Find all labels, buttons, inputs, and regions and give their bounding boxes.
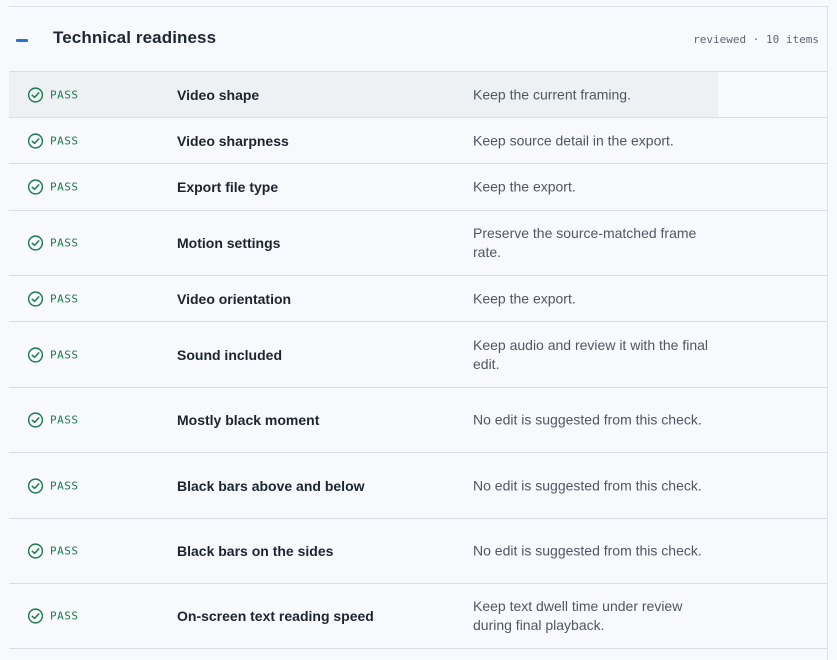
section-title: Technical readiness bbox=[53, 28, 217, 47]
status-badge: PASS bbox=[27, 412, 79, 429]
check-name: Motion settings bbox=[177, 235, 281, 251]
check-recommendation: No edit is suggested from this check. bbox=[473, 542, 702, 559]
check-row[interactable]: PASS Sound included Keep audio and revie… bbox=[9, 322, 827, 388]
check-recommendation: Keep the export. bbox=[473, 290, 576, 306]
check-row[interactable]: PASS Black bars on the sides No edit is … bbox=[9, 519, 827, 584]
minus-icon bbox=[16, 39, 28, 42]
status-label: PASS bbox=[50, 134, 79, 147]
check-name: Mostly black moment bbox=[177, 412, 320, 428]
check-recommendation: Keep audio and review it with the final … bbox=[473, 336, 709, 372]
status-badge: PASS bbox=[27, 477, 79, 494]
section-meta: reviewed · 10 items bbox=[693, 33, 819, 46]
check-circle-icon bbox=[27, 132, 44, 149]
status-badge: PASS bbox=[27, 543, 79, 560]
status-badge: PASS bbox=[27, 179, 79, 196]
status-label: PASS bbox=[50, 236, 79, 250]
status-label: PASS bbox=[50, 609, 79, 623]
check-recommendation: No edit is suggested from this check. bbox=[473, 477, 702, 493]
status-label: PASS bbox=[50, 348, 79, 361]
check-circle-icon bbox=[27, 608, 44, 624]
check-recommendation: Keep the export. bbox=[473, 178, 576, 195]
check-row[interactable]: PASS Export file type Keep the export. bbox=[9, 164, 827, 211]
check-circle-icon bbox=[27, 477, 44, 494]
check-row[interactable]: PASS On-screen text reading speed Keep t… bbox=[9, 584, 827, 649]
check-name: Black bars on the sides bbox=[177, 543, 334, 559]
section-header[interactable]: Technical readiness reviewed · 10 items bbox=[9, 7, 827, 72]
status-badge: PASS bbox=[27, 86, 79, 103]
check-name: Video sharpness bbox=[177, 132, 289, 149]
status-label: PASS bbox=[50, 413, 79, 427]
status-label: PASS bbox=[50, 544, 79, 558]
check-circle-icon bbox=[27, 290, 44, 307]
status-label: PASS bbox=[50, 88, 79, 101]
check-row[interactable]: PASS Mostly black moment No edit is sugg… bbox=[9, 388, 827, 453]
check-name: Sound included bbox=[177, 346, 282, 363]
check-row[interactable]: PASS Video shape Keep the current framin… bbox=[9, 72, 827, 118]
check-recommendation: Preserve the source-matched frame rate. bbox=[473, 225, 697, 260]
check-circle-icon bbox=[27, 412, 44, 428]
status-badge: PASS bbox=[27, 346, 79, 363]
technical-readiness-panel: Technical readiness reviewed · 10 items … bbox=[9, 6, 828, 660]
checks-list: PASS Video shape Keep the current framin… bbox=[9, 72, 827, 649]
check-recommendation: No edit is suggested from this check. bbox=[473, 411, 702, 428]
status-badge: PASS bbox=[27, 608, 79, 625]
status-label: PASS bbox=[50, 479, 79, 492]
check-circle-icon bbox=[27, 346, 44, 363]
check-circle-icon bbox=[27, 543, 44, 559]
check-name: Export file type bbox=[177, 179, 279, 195]
check-row[interactable]: PASS Video orientation Keep the export. bbox=[9, 276, 827, 322]
check-row[interactable]: PASS Motion settings Preserve the source… bbox=[9, 211, 827, 276]
check-recommendation: Keep the current framing. bbox=[473, 86, 631, 102]
check-name: On-screen text reading speed bbox=[177, 608, 374, 624]
status-badge: PASS bbox=[27, 290, 79, 307]
check-circle-icon bbox=[27, 86, 44, 103]
status-label: PASS bbox=[50, 180, 79, 194]
check-circle-icon bbox=[27, 235, 44, 251]
check-row[interactable]: PASS Video sharpness Keep source detail … bbox=[9, 118, 827, 164]
status-badge: PASS bbox=[27, 235, 79, 252]
check-name: Video orientation bbox=[177, 290, 292, 307]
check-recommendation: Keep source detail in the export. bbox=[473, 132, 674, 148]
check-row[interactable]: PASS Black bars above and below No edit … bbox=[9, 453, 827, 519]
collapse-toggle-button[interactable] bbox=[13, 30, 33, 50]
check-circle-icon bbox=[27, 179, 44, 195]
check-name: Black bars above and below bbox=[177, 477, 365, 494]
status-badge: PASS bbox=[27, 132, 79, 149]
check-name: Video shape bbox=[177, 86, 260, 103]
check-recommendation: Keep text dwell time under review during… bbox=[473, 598, 683, 633]
status-label: PASS bbox=[50, 292, 79, 305]
